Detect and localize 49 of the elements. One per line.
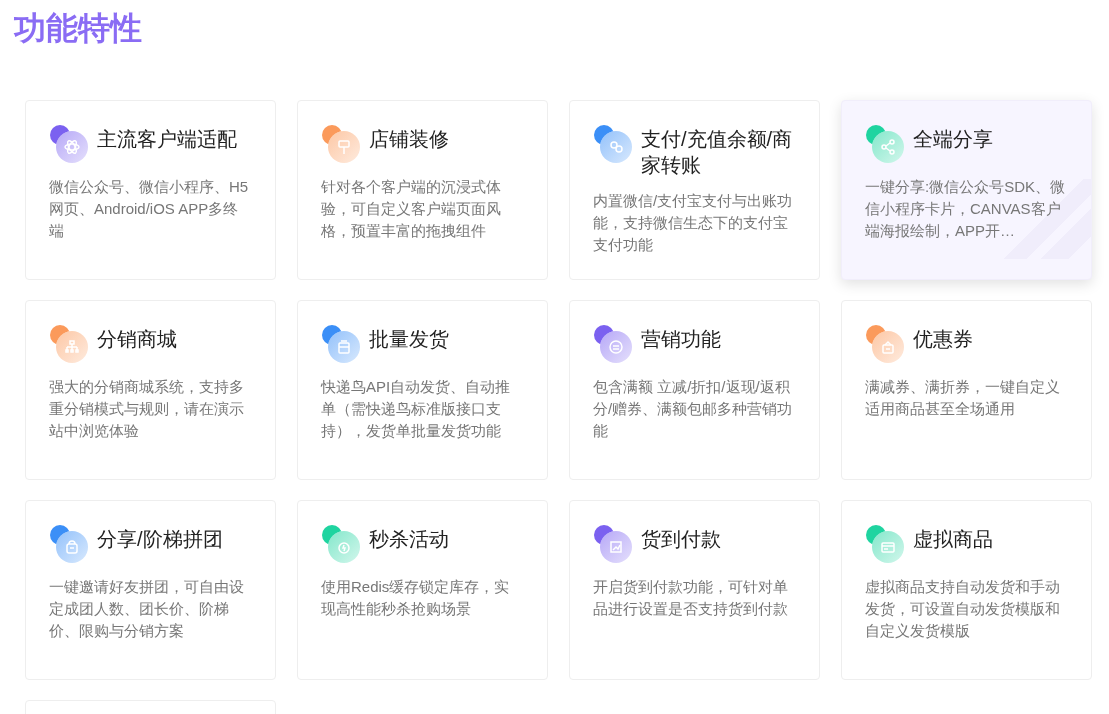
feature-description: 使用Redis缓存锁定库存，实现高性能秒杀抢购场景 (321, 577, 511, 619)
feature-icon (865, 324, 905, 364)
feature-card[interactable]: 主流客户端适配 微信公众号、微信小程序、H5网页、Android/iOS APP多终端 (25, 100, 276, 280)
feature-description: 微信公众号、微信小程序、H5网页、Android/iOS APP多终端 (49, 177, 249, 241)
feature-description: 满减券、满折券，一键自定义适用商品甚至全场通用 (865, 377, 1061, 419)
feature-icon (49, 324, 89, 364)
feature-card[interactable]: 支付/充值余额/商家转账 内置微信/支付宝支付与出账功能，支持微信生态下的支付宝支付功能 (569, 100, 820, 280)
feature-title: 营销功能 (641, 327, 721, 352)
feature-description: 强大的分销商城系统，支持多重分销模式与规则，请在演示站中浏览体验 (49, 377, 245, 441)
feature-description: 一键分享:微信公众号SDK、微信小程序卡片，CANVAS客户端海报绘制，APP开… (865, 177, 1065, 241)
feature-card[interactable]: 批量发货 快递鸟API自动发货、自动推单（需快递鸟标准版接口支持），发货单批量发货功能 (297, 300, 548, 480)
feature-icon (865, 524, 905, 564)
feature-card[interactable]: 店铺装修 针对各个客户端的沉浸式体验，可自定义客户端页面风格，预置丰富的拖拽组件 (297, 100, 548, 280)
feature-icon (593, 124, 633, 164)
feature-card[interactable]: 营销功能 包含满额 立减/折扣/返现/返积分/赠券、满额包邮多种营销功能 (569, 300, 820, 480)
feature-icon (593, 324, 633, 364)
feature-title: 虚拟商品 (913, 527, 993, 552)
feature-description: 包含满额 立减/折扣/返现/返积分/赠券、满额包邮多种营销功能 (593, 377, 793, 441)
feature-card[interactable]: 分享/阶梯拼团 一键邀请好友拼团，可自由设定成团人数、团长价、阶梯价、限购与分销方案 (25, 500, 276, 680)
feature-title: 店铺装修 (369, 127, 449, 152)
feature-description: 开启货到付款功能，可针对单品进行设置是否支持货到付款 (593, 577, 789, 619)
feature-icon (321, 124, 361, 164)
feature-description: 快递鸟API自动发货、自动推单（需快递鸟标准版接口支持），发货单批量发货功能 (321, 377, 512, 441)
page-heading: 功能特性 (13, 9, 143, 48)
feature-icon (321, 324, 361, 364)
feature-icon (321, 524, 361, 564)
feature-title: 优惠券 (913, 327, 973, 352)
feature-title: 主流客户端适配 (97, 127, 237, 152)
feature-title: 支付/充值余额/商家转账 (641, 127, 794, 178)
feature-title: 批量发货 (369, 327, 449, 352)
feature-card[interactable]: 秒杀活动 使用Redis缓存锁定库存，实现高性能秒杀抢购场景 (297, 500, 548, 680)
feature-title: 秒杀活动 (369, 527, 449, 552)
feature-card[interactable]: 分销商城 强大的分销商城系统，支持多重分销模式与规则，请在演示站中浏览体验 (25, 300, 276, 480)
feature-title: 全端分享 (913, 127, 993, 152)
feature-description: 一键邀请好友拼团，可自由设定成团人数、团长价、阶梯价、限购与分销方案 (49, 577, 245, 641)
feature-card[interactable]: 虚拟商品 虚拟商品支持自动发货和手动发货，可设置自动发货模版和自定义发货模版 (841, 500, 1092, 680)
feature-card[interactable]: 优惠券 满减券、满折券，一键自定义适用商品甚至全场通用 (841, 300, 1092, 480)
feature-title: 分销商城 (97, 327, 177, 352)
feature-description: 针对各个客户端的沉浸式体验，可自定义客户端页面风格，预置丰富的拖拽组件 (321, 177, 502, 241)
feature-icon (49, 524, 89, 564)
feature-description: 内置微信/支付宝支付与出账功能，支持微信生态下的支付宝支付功能 (593, 191, 793, 255)
feature-icon (865, 124, 905, 164)
feature-icon (593, 524, 633, 564)
feature-description: 虚拟商品支持自动发货和手动发货，可设置自动发货模版和自定义发货模版 (865, 577, 1061, 641)
feature-icon (49, 124, 89, 164)
feature-title: 分享/阶梯拼团 (97, 527, 223, 552)
feature-card[interactable]: 货到付款 开启货到付款功能，可针对单品进行设置是否支持货到付款 (569, 500, 820, 680)
feature-title: 货到付款 (641, 527, 721, 552)
feature-card[interactable]: 全端分享 一键分享:微信公众号SDK、微信小程序卡片，CANVAS客户端海报绘制，APP开… (841, 100, 1092, 280)
